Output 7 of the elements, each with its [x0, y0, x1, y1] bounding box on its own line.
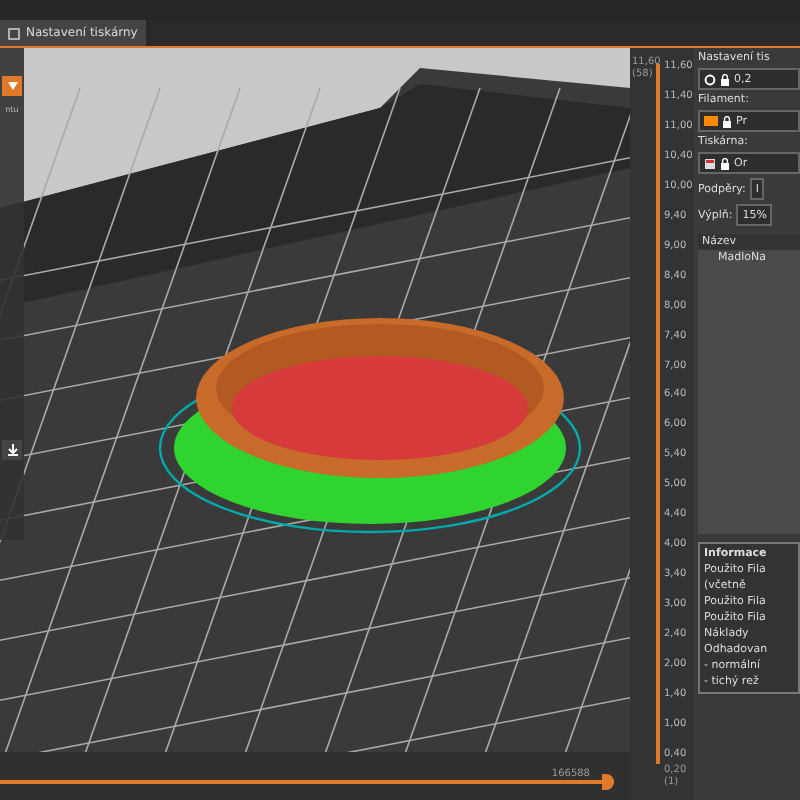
lock-icon: [722, 115, 732, 127]
funnel-icon: [7, 82, 17, 90]
lock-icon: [720, 157, 730, 169]
download-button[interactable]: [2, 440, 22, 460]
lock-icon: [720, 73, 730, 85]
funnel-button[interactable]: [2, 76, 22, 96]
download-icon: [7, 444, 17, 456]
